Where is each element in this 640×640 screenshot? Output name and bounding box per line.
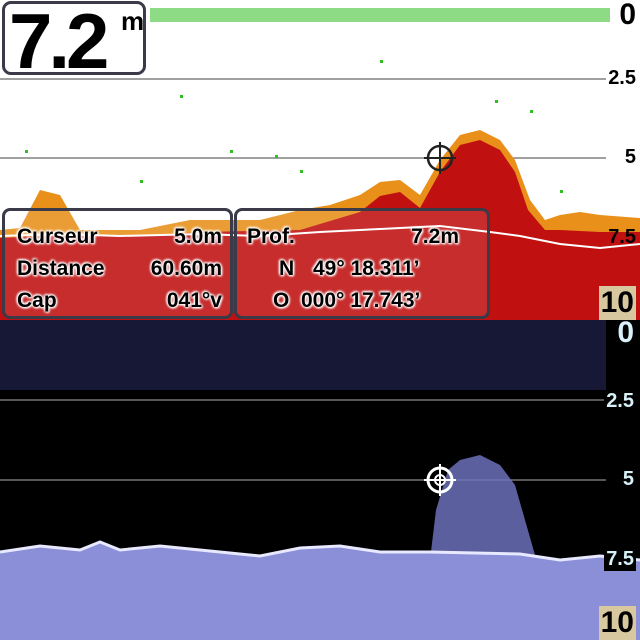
longitude-prefix: O [273,289,290,312]
scale-label-5: 5 [624,146,636,168]
scale-label-0: 0 [615,320,636,350]
down-imaging-view [0,320,640,640]
position-info-box: Prof. 7.2m N 49° 18.311’ O 000° 17.743’ [234,208,490,319]
sonar-2d-panel[interactable]: 7.2 m Curseur 5.0m Distance 60.60m Cap 0… [0,0,640,320]
latitude-prefix: N [279,257,295,280]
digital-depth-readout: 7.2 m [2,0,146,84]
depth-unit: m [121,6,145,36]
distance-value: 60.60m [150,257,222,280]
cursor-value: 5.0m [174,225,222,248]
scale-label-2-5: 2.5 [608,67,636,89]
position-depth-value: 7.2m [411,225,459,248]
heading-value: 041°v [166,289,222,312]
longitude-value: 000° 17.743’ [301,289,421,312]
heading-label: Cap [17,289,57,312]
scale-label-0: 0 [619,0,636,31]
scale-label-10: 10 [598,606,636,640]
scale-label-10: 10 [598,286,636,320]
surface-clutter [150,8,610,22]
scale-label-5: 5 [620,468,636,491]
scale-label-2-5: 2.5 [604,390,636,413]
scale-label-7-5: 7.5 [604,548,636,571]
latitude-value: 49° 18.311’ [313,257,420,280]
depth-label: Prof. [247,225,295,248]
cursor-info-box: Curseur 5.0m Distance 60.60m Cap 041°v [2,208,233,319]
surface-noise [0,320,606,390]
depth-value: 7.2 [9,0,109,85]
cursor-label: Curseur [17,225,98,248]
distance-label: Distance [17,257,105,280]
down-imaging-panel[interactable]: 0 2.5 5 7.5 10 [0,320,640,640]
scale-label-7-5: 7.5 [608,226,636,248]
